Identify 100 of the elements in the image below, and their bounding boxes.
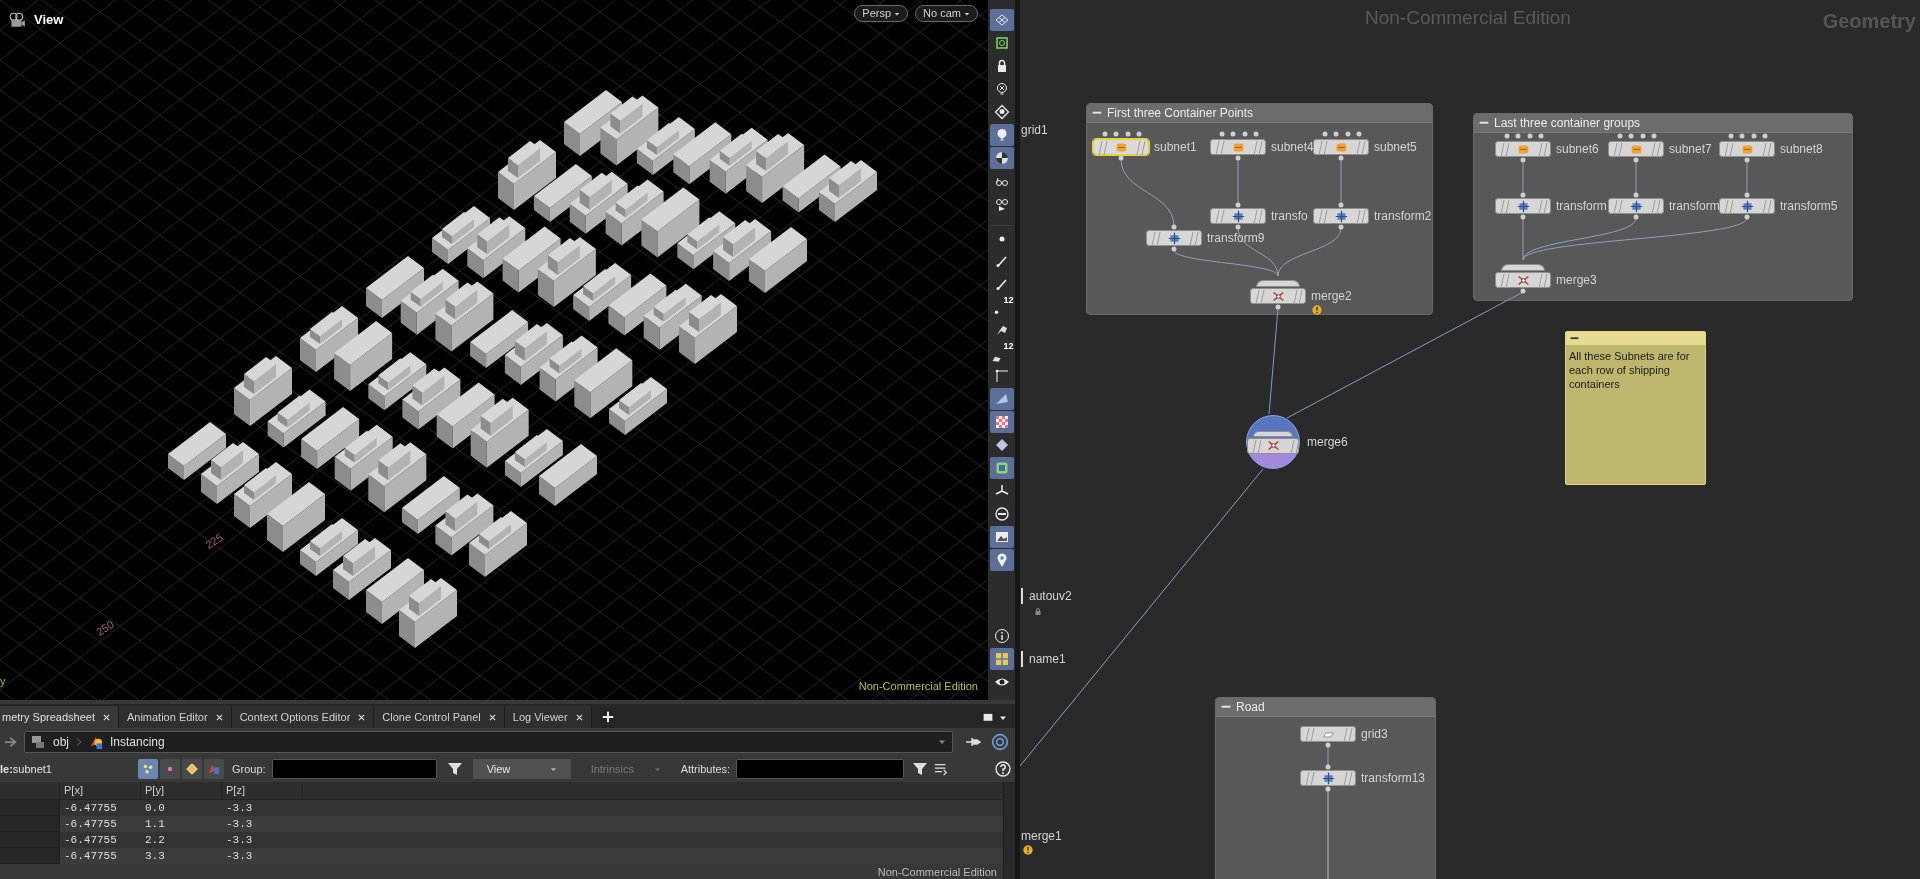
network-node[interactable] bbox=[1146, 230, 1202, 246]
close-icon[interactable] bbox=[358, 713, 366, 721]
connector-dot[interactable] bbox=[1338, 202, 1344, 208]
connector-dot[interactable] bbox=[1325, 742, 1331, 748]
node-label[interactable]: merge6 bbox=[1307, 434, 1348, 450]
viewport-tool-button[interactable] bbox=[989, 411, 1014, 433]
node-label[interactable]: name1 bbox=[1029, 651, 1066, 667]
network-node[interactable] bbox=[1210, 208, 1266, 224]
network-node[interactable] bbox=[1313, 208, 1369, 224]
viewport-tool-button[interactable] bbox=[989, 147, 1014, 169]
connector-dot[interactable] bbox=[1338, 155, 1344, 161]
connector-dot[interactable] bbox=[1744, 214, 1750, 220]
connector-dot[interactable] bbox=[1253, 131, 1259, 137]
node-label[interactable]: transform13 bbox=[1361, 770, 1426, 786]
node-label[interactable]: subnet6 bbox=[1556, 141, 1599, 157]
close-icon[interactable] bbox=[488, 713, 496, 721]
group-field[interactable] bbox=[271, 759, 437, 779]
connector-dot[interactable] bbox=[1338, 224, 1344, 230]
network-path-field[interactable]: obj Instancing bbox=[24, 731, 953, 753]
connector-dot[interactable] bbox=[1762, 133, 1768, 139]
row-header-cell[interactable] bbox=[0, 816, 60, 832]
network-node[interactable] bbox=[1719, 141, 1775, 157]
node-label[interactable]: grid1 bbox=[1021, 122, 1048, 138]
node-label[interactable]: merge3 bbox=[1556, 272, 1597, 288]
close-icon[interactable] bbox=[575, 713, 583, 721]
node-edge[interactable] bbox=[1021, 651, 1023, 667]
node-label[interactable]: subnet1 bbox=[1154, 139, 1197, 155]
filter-icon[interactable] bbox=[446, 761, 463, 777]
connector-dot[interactable] bbox=[1102, 131, 1108, 137]
connector-dot[interactable] bbox=[1171, 224, 1177, 230]
pane-tab[interactable]: Clone Control Panel bbox=[374, 706, 505, 728]
viewport-tool-button[interactable] bbox=[989, 124, 1014, 146]
node-label[interactable]: transform9 bbox=[1207, 230, 1265, 246]
connector-dot[interactable] bbox=[1333, 131, 1339, 137]
pane-tab[interactable]: metry Spreadsheet bbox=[0, 706, 119, 728]
connector-dot[interactable] bbox=[1739, 133, 1745, 139]
camera-menu[interactable]: No cam bbox=[915, 5, 978, 22]
node-edge[interactable] bbox=[1021, 588, 1023, 604]
caret-icon[interactable] bbox=[999, 714, 1007, 722]
view-dropdown[interactable]: View bbox=[472, 759, 571, 779]
list-icon[interactable] bbox=[934, 762, 949, 776]
connector-dot[interactable] bbox=[1113, 131, 1119, 137]
viewport-tool-button[interactable] bbox=[989, 388, 1014, 410]
network-node[interactable] bbox=[1608, 198, 1664, 214]
table-row[interactable]: -6.47755 2.2 -3.3 bbox=[0, 832, 1003, 848]
network-node[interactable] bbox=[1250, 280, 1306, 304]
network-node[interactable] bbox=[1313, 139, 1369, 155]
display-flag-ring[interactable] bbox=[1246, 415, 1300, 469]
connector-dot[interactable] bbox=[1171, 246, 1177, 252]
network-node[interactable] bbox=[1210, 139, 1266, 155]
viewport-tool-button[interactable]: 12 bbox=[989, 342, 1014, 364]
scrollbar[interactable] bbox=[1003, 782, 1015, 879]
connector-dot[interactable] bbox=[1617, 133, 1623, 139]
viewport-tool-button[interactable] bbox=[989, 526, 1014, 548]
connector-dot[interactable] bbox=[1744, 192, 1750, 198]
connector-dot[interactable] bbox=[1125, 131, 1131, 137]
pane-square-icon[interactable] bbox=[983, 712, 993, 722]
column-header[interactable]: P[x] bbox=[64, 782, 83, 799]
column-header[interactable]: P[z] bbox=[226, 782, 245, 799]
target-icon[interactable] bbox=[991, 733, 1009, 751]
connector-dot[interactable] bbox=[1515, 133, 1521, 139]
connector-dot[interactable] bbox=[1325, 764, 1331, 770]
connector-dot[interactable] bbox=[1640, 133, 1646, 139]
attribute-class-button[interactable] bbox=[182, 759, 202, 779]
node-label[interactable]: transform5 bbox=[1780, 198, 1838, 214]
connector-dot[interactable] bbox=[1538, 133, 1544, 139]
network-node[interactable] bbox=[1608, 141, 1664, 157]
connector-dot[interactable] bbox=[1633, 214, 1639, 220]
node-label[interactable]: grid3 bbox=[1361, 726, 1388, 742]
node-label[interactable]: merge1 bbox=[1021, 828, 1062, 844]
connector-dot[interactable] bbox=[1235, 224, 1241, 230]
back-arrow-icon[interactable] bbox=[4, 735, 18, 749]
connector-dot[interactable] bbox=[1520, 192, 1526, 198]
plus-icon[interactable] bbox=[601, 711, 614, 723]
viewport-tool-button[interactable] bbox=[989, 457, 1014, 479]
sticky-note[interactable]: All these Subnets are for each row of shipping containers bbox=[1565, 331, 1706, 485]
viewport-tool-button[interactable] bbox=[989, 648, 1014, 670]
node-label[interactable]: merge2 bbox=[1311, 288, 1352, 304]
help-icon[interactable] bbox=[995, 761, 1011, 777]
path-segment[interactable]: obj bbox=[53, 733, 69, 751]
node-label[interactable]: subnet7 bbox=[1669, 141, 1712, 157]
network-node[interactable] bbox=[1247, 430, 1299, 454]
row-header-cell[interactable] bbox=[0, 800, 60, 816]
table-row[interactable]: -6.47755 1.1 -3.3 bbox=[0, 816, 1003, 832]
close-icon[interactable] bbox=[215, 713, 223, 721]
path-segment[interactable]: Instancing bbox=[110, 733, 165, 751]
table-row[interactable]: -6.47755 0.0 -3.3 bbox=[0, 800, 1003, 816]
close-icon[interactable] bbox=[102, 713, 110, 721]
column-header[interactable]: P[y] bbox=[145, 782, 164, 799]
node-label[interactable]: subnet8 bbox=[1780, 141, 1823, 157]
connector-dot[interactable] bbox=[1527, 133, 1533, 139]
node-label[interactable]: transform2 bbox=[1374, 208, 1432, 224]
node-label[interactable]: subnet5 bbox=[1374, 139, 1417, 155]
connector-dot[interactable] bbox=[1230, 131, 1236, 137]
network-node[interactable] bbox=[1093, 139, 1149, 155]
connector-dot[interactable] bbox=[1628, 133, 1634, 139]
network-node[interactable] bbox=[1300, 770, 1356, 786]
pane-tab[interactable]: Log Viewer bbox=[504, 706, 592, 728]
connector-dot[interactable] bbox=[1235, 202, 1241, 208]
connector-dot[interactable] bbox=[1520, 157, 1526, 163]
